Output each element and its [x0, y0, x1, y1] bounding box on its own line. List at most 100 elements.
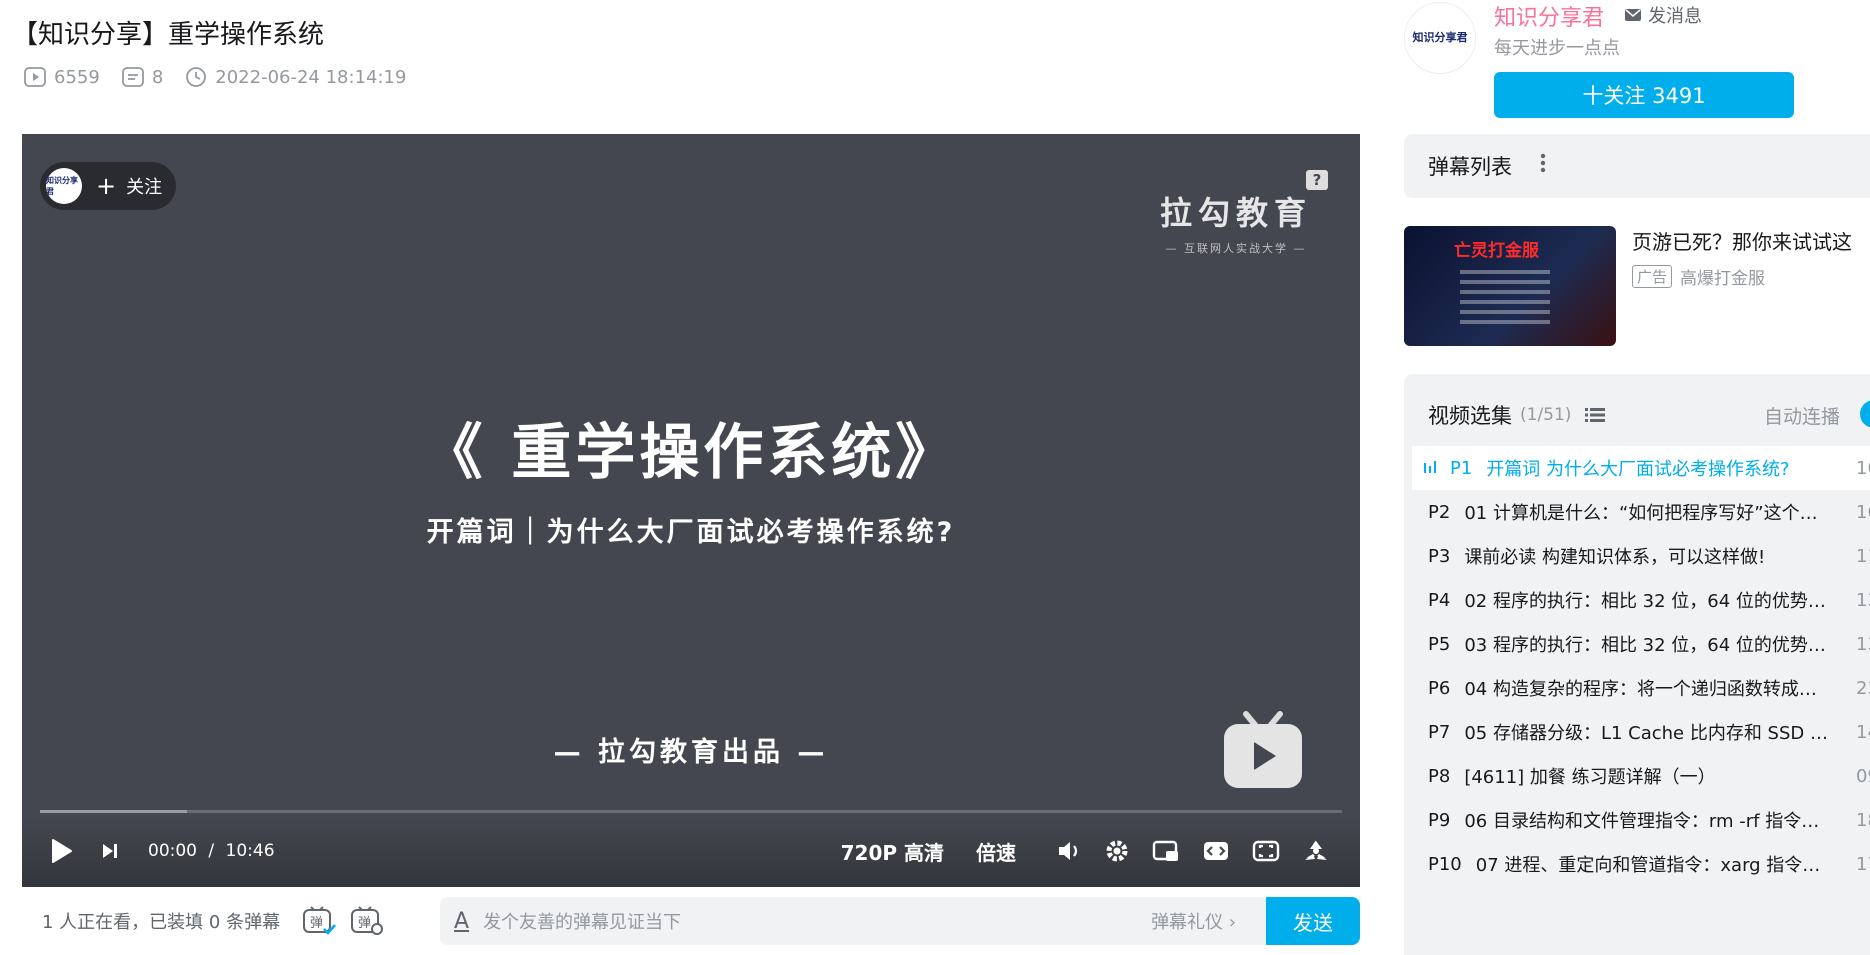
danmaku-toggle-icon[interactable]: 弹 [302, 905, 337, 937]
playlist-item-index: P9 [1428, 809, 1451, 831]
play-icon[interactable] [50, 838, 74, 864]
video-playlist: 视频选集 (1/51) 自动连播 P1开篇词 为什么大厂面试必考操作系统?10P… [1404, 374, 1870, 955]
playlist-item[interactable]: P8 [4611] 加餐 练习题详解（一） 09 [1412, 754, 1870, 798]
danmaku-send-button[interactable]: 发送 [1266, 897, 1360, 945]
time-display: 00:00 / 10:46 [148, 841, 275, 861]
bilibili-tv-play-icon[interactable] [1218, 704, 1308, 794]
pubdate-value: 2022-06-24 18:14:19 [215, 66, 407, 88]
playlist-item-index: P3 [1428, 545, 1451, 567]
playlist-item-title: 05 存储器分级：L1 Cache 比内存和 SSD … [1464, 723, 1828, 744]
playlist-item-duration: 11 [1856, 545, 1870, 567]
danmaku-list-header[interactable]: 弹幕列表 [1404, 134, 1870, 198]
fullscreen-icon[interactable] [1302, 838, 1330, 864]
playlist-item-index: P8 [1428, 765, 1451, 787]
danmaku-send-bar: 1 人正在看，已装填 0 条弹幕 弹 弹 A 发个友善的弹幕见证当下 弹幕礼仪 … [22, 893, 1360, 949]
slide-subtitle: 开篇词｜为什么大厂面试必考操作系统? [426, 517, 956, 548]
quality-button[interactable]: 720P 高清 [841, 837, 944, 866]
playlist-item[interactable]: P1 开篇词 为什么大厂面试必考操作系统? 10 [1412, 446, 1870, 490]
playlist-item[interactable]: P3 课前必读 构建知识体系，可以这样做! 11 [1412, 534, 1870, 578]
playlist-item[interactable]: P7 05 存储器分级：L1 Cache 比内存和 SSD … 14 [1412, 710, 1870, 754]
uploader-desc: 每天进步一点点 [1494, 38, 1620, 59]
playlist-item-index: P1 [1450, 457, 1473, 479]
player-uploader-avatar: 知识分享君 [46, 168, 82, 204]
svg-text:弹: 弹 [310, 916, 323, 931]
widescreen-icon[interactable] [1202, 839, 1230, 863]
picture-in-picture-icon[interactable] [1152, 839, 1180, 863]
danmaku-input-placeholder[interactable]: 发个友善的弹幕见证当下 [483, 908, 681, 934]
speed-button[interactable]: 倍速 [976, 837, 1016, 866]
playlist-item[interactable]: P6 04 构造复杂的程序：将一个递归函数转成… 23 [1412, 666, 1870, 710]
ad-thumbnail[interactable]: 亡灵打金服 [1404, 226, 1616, 346]
view-count: 6559 [24, 67, 100, 88]
playlist-item[interactable]: P5 03 程序的执行：相比 32 位，64 位的优势… 13 [1412, 622, 1870, 666]
playlist-item-title: 06 目录结构和文件管理指令：rm -rf 指令… [1464, 811, 1820, 832]
video-title: 【知识分享】重学操作系统 [12, 20, 325, 50]
slide-producer: — 拉勾教育出品 — [553, 737, 829, 768]
uploader-name[interactable]: 知识分享君 [1494, 0, 1604, 32]
send-message-label: 发消息 [1648, 6, 1702, 27]
more-vertical-icon[interactable] [1540, 153, 1546, 179]
danmaku-etiquette-label: 弹幕礼仪 [1151, 912, 1224, 933]
player-follow-button[interactable]: 知识分享君 + 关注 [40, 162, 177, 210]
ad-image-text: 亡灵打金服 [1454, 241, 1539, 261]
list-view-icon[interactable] [1585, 407, 1606, 423]
danmaku-count-value: 8 [151, 66, 164, 88]
player-controls: 00:00 / 10:46 720P 高清 倍速 [22, 815, 1360, 887]
playlist-item-duration: 17 [1856, 853, 1870, 875]
playlist-item[interactable]: P2 01 计算机是什么：“如何把程序写好”这个… 16 [1412, 490, 1870, 534]
danmaku-count: 8 [121, 66, 164, 88]
playlist-item-index: P2 [1428, 501, 1451, 523]
playlist-item[interactable]: P4 02 程序的执行：相比 32 位，64 位的优势… 13 [1412, 578, 1870, 622]
follow-button[interactable]: 十关注 3491 [1494, 72, 1794, 118]
settings-gear-icon[interactable] [1104, 838, 1130, 864]
playlist-item-duration: 14 [1856, 721, 1870, 743]
playlist-item-title: 课前必读 构建知识体系，可以这样做! [1464, 547, 1766, 568]
controls-right: 720P 高清 倍速 [841, 815, 1330, 887]
danmaku-settings-icon[interactable]: 弹 [350, 905, 384, 937]
help-icon[interactable]: ? [1306, 170, 1328, 190]
playlist-item-index: P10 [1428, 853, 1462, 875]
playlist-item-index: P6 [1428, 677, 1451, 699]
volume-icon[interactable] [1056, 839, 1082, 863]
time-separator: / [208, 841, 215, 861]
video-player[interactable]: 知识分享君 + 关注 ? 拉勾教育 — 互联网人实战大学 — 《 重学操作系统》… [22, 134, 1360, 887]
playlist-item-duration: 13 [1856, 633, 1870, 655]
watching-status: 1 人正在看，已装填 0 条弹幕 [42, 912, 281, 933]
now-playing-icon [1424, 461, 1438, 475]
autoplay-toggle[interactable] [1860, 400, 1870, 428]
next-episode-icon[interactable] [100, 841, 120, 861]
ad-meta: 广告 高爆打金服 [1632, 264, 1765, 289]
danmaku-list-title: 弹幕列表 [1428, 155, 1512, 179]
autoplay-label: 自动连播 [1764, 406, 1841, 428]
web-fullscreen-icon[interactable] [1252, 839, 1280, 863]
playlist-item-title: 04 构造复杂的程序：将一个递归函数转成… [1464, 679, 1817, 700]
danmaku-count-icon [121, 67, 144, 87]
video-meta: 6559 8 2022-06-24 18:14:19 [24, 66, 428, 88]
playlist-item-duration: 10 [1856, 457, 1870, 479]
danmaku-input-box[interactable]: A 发个友善的弹幕见证当下 弹幕礼仪 › 发送 [440, 897, 1360, 945]
progress-bar[interactable] [40, 810, 1342, 813]
playlist-item-duration: 23 [1856, 677, 1870, 699]
danmaku-etiquette-link[interactable]: 弹幕礼仪 › [1151, 908, 1236, 934]
playlist-item-title: 02 程序的执行：相比 32 位，64 位的优势… [1464, 591, 1826, 612]
playlist-item-title: 03 程序的执行：相比 32 位，64 位的优势… [1464, 635, 1826, 656]
uploader-avatar-text: 知识分享君 [1412, 31, 1468, 45]
player-follow-label: 关注 [126, 177, 163, 198]
slide-title: 《 重学操作系统》 [422, 418, 960, 488]
danmaku-style-icon[interactable]: A [454, 909, 469, 934]
playlist-item[interactable]: P9 06 目录结构和文件管理指令：rm -rf 指令… 18 [1412, 798, 1870, 842]
play-count-icon [24, 67, 46, 87]
send-message-link[interactable]: 发消息 [1624, 2, 1702, 28]
playlist-item[interactable]: P10 07 进程、重定向和管道指令：xarg 指令… 17 [1412, 842, 1870, 886]
view-count-value: 6559 [54, 66, 100, 88]
playlist-item-duration: 09 [1856, 765, 1870, 787]
plus-icon: + [96, 172, 117, 200]
progress-buffered [40, 810, 188, 813]
chevron-right-icon: › [1228, 912, 1236, 933]
playlist-title: 视频选集 [1428, 404, 1512, 428]
uploader-avatar[interactable]: 知识分享君 [1404, 2, 1476, 74]
playlist-item-index: P4 [1428, 589, 1451, 611]
ad-source[interactable]: 高爆打金服 [1680, 264, 1765, 289]
playlist-count: (1/51) [1520, 405, 1572, 425]
ad-title[interactable]: 页游已死？那你来试试这 [1632, 226, 1852, 255]
